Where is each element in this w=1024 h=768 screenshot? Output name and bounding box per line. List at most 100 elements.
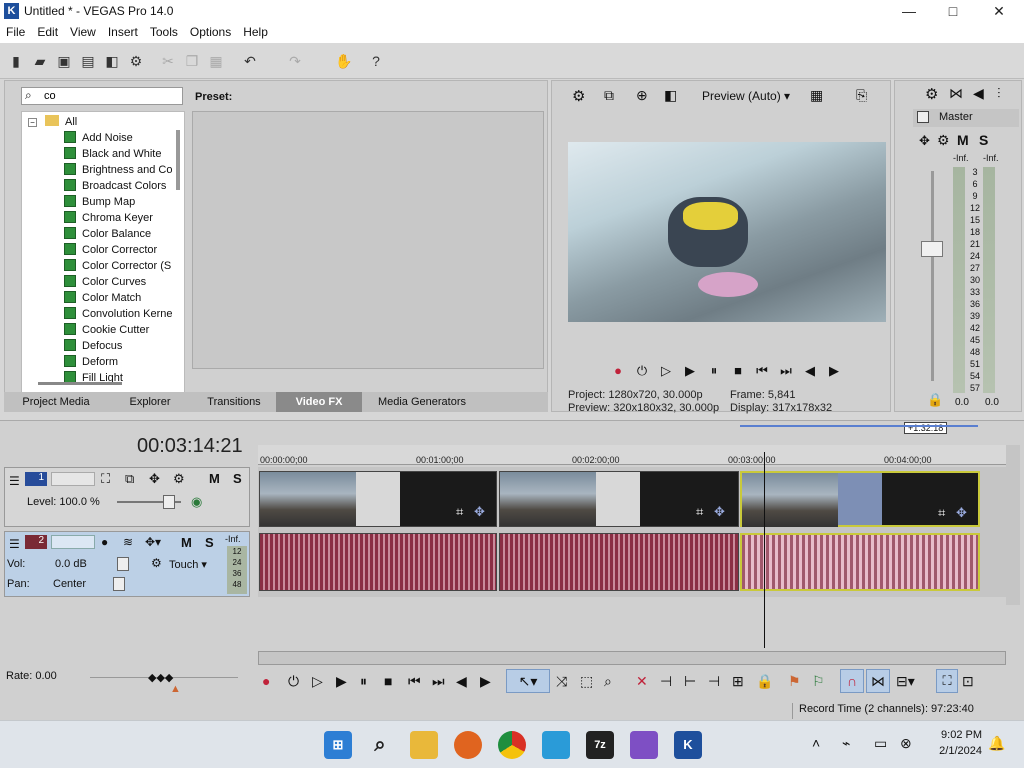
previous-frame-icon[interactable]: ◀ [800,362,820,380]
collapse-track-icon[interactable]: ☰ [9,474,20,488]
insert-marker-icon[interactable]: ⚑ [788,673,801,690]
fx-item[interactable]: Defocus [64,338,122,354]
play-from-start-icon[interactable]: ▷ [312,673,323,690]
solo-button[interactable]: S [979,132,988,148]
playhead[interactable] [764,452,765,648]
invert-phase-icon[interactable]: ≋ [123,535,133,549]
fx-gear-icon[interactable]: ⚙ [937,132,950,149]
pause-icon[interactable]: ⏸ [704,362,724,380]
file-explorer-icon[interactable] [410,731,438,759]
tree-hscrollbar[interactable] [38,382,122,385]
trim-start-icon[interactable]: ⊢ [684,673,696,690]
next-frame-icon[interactable]: ▶ [480,673,491,690]
crop-icon[interactable]: ⌗ [456,504,463,520]
menu-view[interactable]: View [64,23,102,43]
overlay-icon[interactable]: ◧ [664,87,677,104]
loop-icon[interactable]: ⏻ [288,673,299,690]
minimize-button[interactable]: — [886,0,932,23]
plugin-icon[interactable]: ✋ [334,51,354,71]
envelope-tool-icon[interactable]: ⤨ [556,673,567,690]
fx-item[interactable]: Bump Map [64,194,135,210]
speaker-icon[interactable]: ◀ [973,85,984,102]
preset-area[interactable] [192,111,544,369]
fx-search-input[interactable] [44,89,164,103]
go-to-end-icon[interactable]: ⏭ [432,673,445,690]
gear-icon[interactable]: ⚙ [572,87,585,105]
maximize-button[interactable]: □ [930,0,976,23]
close-button[interactable]: ✕ [976,0,1022,23]
arm-record-icon[interactable]: ● [101,535,108,549]
lock-icon[interactable]: 🔒 [756,673,773,690]
collapse-track-icon[interactable]: ☰ [9,537,20,551]
track-area[interactable]: ⌗ ✥ ⌗ ✥ ⌗ ✥ [258,467,1006,597]
stop-icon[interactable]: ■ [728,362,748,380]
tab-video-fx[interactable]: Video FX [276,392,362,412]
menu-help[interactable]: Help [237,23,274,43]
tree-root[interactable]: − All [28,114,77,130]
gear-icon[interactable]: ⚙ [925,85,938,103]
play-icon[interactable]: ▶ [680,362,700,380]
fx-item[interactable]: Chroma Keyer [64,210,153,226]
crop-icon[interactable]: ⌗ [696,504,703,520]
delete-icon[interactable]: ✕ [636,673,648,690]
track-name-field[interactable] [51,472,95,486]
insert-region-icon[interactable]: ⚐ [812,673,825,690]
loop-icon[interactable]: ⏻ [632,362,652,380]
display-icon[interactable]: ▭ [874,735,887,752]
vegas-taskbar-icon[interactable]: K [674,731,702,759]
vertical-scrollbar[interactable] [1006,445,1020,605]
redo-icon[interactable]: ↷ [285,51,305,71]
play-icon[interactable]: ▶ [336,673,347,690]
event-fx-icon[interactable]: ✥ [714,504,725,520]
event-fx-icon[interactable]: ✥ [956,505,967,521]
notifications-icon[interactable]: 🔔 [988,735,1005,752]
visual-studio-icon[interactable] [630,731,658,759]
clock-date[interactable]: 2/1/2024 [930,745,982,757]
ripple-edit-icon[interactable]: ⊟▾ [896,673,915,690]
paste-icon[interactable]: ▦ [206,51,226,71]
render-icon[interactable]: ◧ [102,51,122,71]
tab-project-media[interactable]: Project Media [10,392,102,412]
channel-meters-icon[interactable]: ⫶ [997,85,1001,102]
fx-item[interactable]: Convolution Kerne [64,306,173,322]
tree-scrollbar[interactable] [176,130,180,190]
selection-tool-icon[interactable]: ⬚ [580,673,593,690]
master-fader[interactable] [921,241,943,257]
collapse-icon[interactable]: − [28,118,37,127]
trim-icon[interactable]: ⊣ [660,673,672,690]
time-ruler[interactable]: 00:00:00;00 00:01:00;00 00:02:00;00 00:0… [258,445,1006,465]
gear-icon[interactable]: ⚙ [126,51,146,71]
fx-tree[interactable]: − All Add Noise Black and White Brightnes… [21,111,185,394]
go-to-start-icon[interactable]: ⏮ [752,362,772,380]
menu-options[interactable]: Options [184,23,237,43]
stop-icon[interactable]: ■ [384,673,392,689]
split-screen-icon[interactable]: ⊕ [636,87,648,104]
audio-event[interactable] [259,533,497,591]
menu-edit[interactable]: Edit [31,23,64,43]
pan-icon[interactable]: ✥ [919,133,930,149]
solo-button[interactable]: S [205,535,214,550]
crop-icon[interactable]: ⌗ [938,505,945,521]
auto-crossfade-icon[interactable]: ⋈ [866,669,890,693]
play-from-start-icon[interactable]: ▷ [656,362,676,380]
downmix-icon[interactable]: ⋈ [949,85,963,102]
compositing-mode-icon[interactable]: ⛶ [101,471,110,487]
fx-item[interactable]: Deform [64,354,118,370]
record-icon[interactable]: ● [608,362,628,380]
audio-event[interactable] [499,533,739,591]
snapping-icon[interactable]: ∩ [840,669,864,693]
tab-transitions[interactable]: Transitions [194,392,274,412]
pause-icon[interactable]: ⏸ [360,673,367,690]
video-event[interactable]: ⌗ ✥ [499,471,739,527]
parent-track-icon[interactable]: ⧉ [125,471,134,487]
split-icon[interactable]: ⊞ [732,673,744,690]
zoom-tool-icon[interactable]: ⌕ [604,673,612,690]
fx-item[interactable]: Add Noise [64,130,133,146]
mute-button[interactable]: M [957,132,969,148]
fx-item[interactable]: Color Match [64,290,141,306]
fx-item[interactable]: Color Balance [64,226,151,242]
network-icon[interactable]: ⌁ [842,735,850,752]
video-event-selected[interactable]: ⌗ ✥ [740,471,980,527]
track-fx-icon[interactable]: ✥▾ [145,535,161,549]
pan-slider[interactable] [113,577,125,591]
